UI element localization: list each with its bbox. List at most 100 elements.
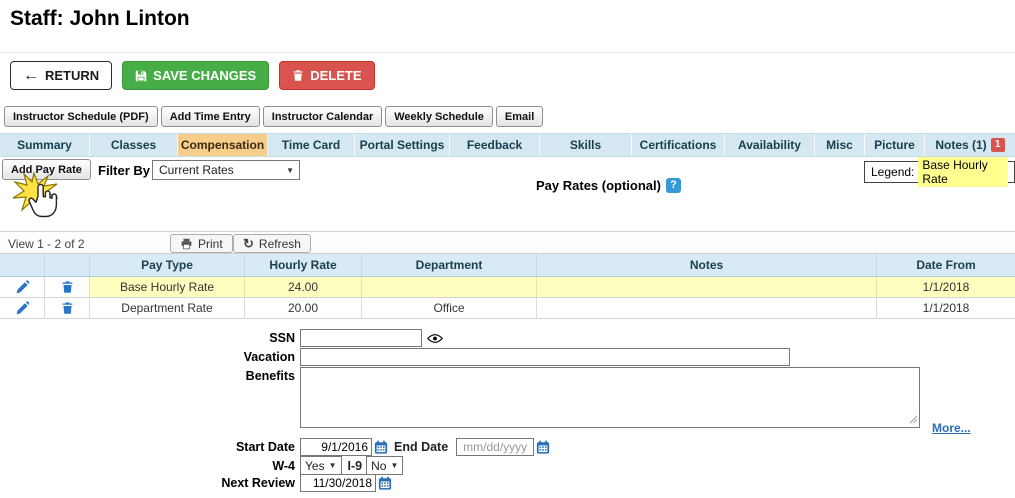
cell-department (362, 277, 537, 297)
filter-rates-select[interactable]: Current Rates ▼ (152, 160, 300, 180)
dropdown-caret-icon: ▼ (390, 461, 399, 470)
tab-notes-label: Notes (1) (935, 138, 987, 152)
column-header-pay-type[interactable]: Pay Type (90, 254, 245, 276)
column-header-hourly-rate[interactable]: Hourly Rate (245, 254, 362, 276)
help-icon[interactable]: ? (665, 178, 681, 193)
i9-selected-value: No (371, 458, 387, 473)
page-title: Staff: John Linton (10, 7, 190, 30)
instructor-calendar-button[interactable]: Instructor Calendar (262, 106, 383, 127)
printer-icon (180, 238, 193, 250)
tab-bar: Summary Classes Compensation Time Card P… (0, 133, 1015, 157)
delete-column-header (45, 254, 90, 276)
save-label: SAVE CHANGES (153, 68, 257, 83)
trash-icon (292, 69, 304, 82)
table-row-base-hourly-rate: Base Hourly Rate 24.00 1/1/2018 (0, 277, 1015, 298)
resize-grip-icon[interactable] (909, 411, 918, 429)
delete-button[interactable]: DELETE (279, 61, 375, 90)
tab-summary[interactable]: Summary (0, 134, 90, 156)
next-review-row: Next Review (0, 474, 392, 492)
legend-base-hourly-rate: Base Hourly Rate (918, 157, 1008, 187)
tab-time-card[interactable]: Time Card (268, 134, 355, 156)
save-changes-button[interactable]: SAVE CHANGES (122, 61, 270, 90)
return-label: RETURN (45, 68, 100, 83)
instructor-schedule-pdf-button[interactable]: Instructor Schedule (PDF) (4, 106, 158, 127)
back-arrow-icon: ← (23, 66, 39, 84)
quick-links-bar: Instructor Schedule (PDF) Add Time Entry… (4, 106, 544, 127)
add-time-entry-button[interactable]: Add Time Entry (160, 106, 260, 127)
more-link[interactable]: More... (932, 421, 971, 435)
table-header-row: Pay Type Hourly Rate Department Notes Da… (0, 254, 1015, 277)
w4-selected-value: Yes (305, 458, 325, 473)
edit-pencil-icon[interactable] (15, 280, 29, 294)
print-button[interactable]: Print (170, 234, 233, 253)
w4-i9-row: W-4 Yes ▼ I-9 No ▼ (0, 456, 404, 475)
column-header-department[interactable]: Department (362, 254, 537, 276)
w4-select[interactable]: Yes ▼ (300, 456, 342, 475)
w4-label: W-4 (272, 458, 295, 473)
title-divider (0, 52, 1015, 53)
cell-notes (537, 277, 877, 297)
print-label: Print (198, 236, 223, 251)
tab-portal-settings[interactable]: Portal Settings (355, 134, 450, 156)
tab-compensation[interactable]: Compensation (178, 134, 268, 156)
cell-hourly-rate: 20.00 (245, 298, 362, 318)
tab-picture[interactable]: Picture (865, 134, 925, 156)
vacation-row: Vacation (0, 348, 790, 366)
return-button[interactable]: ← RETURN (10, 61, 113, 90)
ssn-input[interactable] (300, 329, 422, 347)
delete-row-icon[interactable] (61, 301, 74, 315)
pay-rates-table: Pay Type Hourly Rate Department Notes Da… (0, 254, 1015, 319)
staff-compensation-page: Staff: John Linton ← RETURN SAVE CHANGES… (0, 0, 1015, 498)
grid-toolbar: View 1 - 2 of 2 Print ↻ Refresh (0, 231, 1015, 254)
start-date-label: Start Date (235, 440, 295, 454)
delete-row-icon[interactable] (61, 280, 74, 294)
tab-classes[interactable]: Classes (90, 134, 178, 156)
refresh-button[interactable]: ↻ Refresh (233, 234, 311, 253)
column-header-notes[interactable]: Notes (537, 254, 877, 276)
next-review-label: Next Review (221, 476, 295, 490)
i9-select[interactable]: No ▼ (366, 456, 404, 475)
ssn-row: SSN (0, 329, 443, 347)
start-date-calendar-icon[interactable] (374, 440, 388, 454)
weekly-schedule-button[interactable]: Weekly Schedule (385, 106, 493, 127)
end-date-input[interactable] (456, 438, 535, 456)
tab-notes[interactable]: Notes (1) 1 (925, 134, 1015, 156)
benefits-label: Benefits (245, 369, 295, 383)
dates-row: Start Date End Date (0, 438, 550, 456)
end-date-label: End Date (394, 440, 449, 454)
filter-by-label: Filter By (98, 163, 151, 178)
start-date-input[interactable] (300, 438, 372, 456)
tab-availability[interactable]: Availability (725, 134, 815, 156)
cell-hourly-rate: 24.00 (245, 277, 362, 297)
cell-date-from: 1/1/2018 (922, 301, 970, 315)
tab-skills[interactable]: Skills (540, 134, 632, 156)
end-date-calendar-icon[interactable] (536, 440, 550, 454)
email-button[interactable]: Email (495, 106, 544, 127)
tab-feedback[interactable]: Feedback (450, 134, 540, 156)
filter-selected-value: Current Rates (159, 163, 234, 177)
edit-pencil-icon[interactable] (15, 301, 29, 315)
next-review-input[interactable] (300, 474, 376, 492)
pagination-info: View 1 - 2 of 2 (8, 237, 85, 251)
legend-box: Legend: Base Hourly Rate (864, 157, 1015, 187)
vacation-input[interactable] (300, 348, 790, 366)
i9-label: I-9 (347, 458, 363, 473)
cell-notes (537, 298, 877, 318)
tab-certifications[interactable]: Certifications (632, 134, 725, 156)
notes-count-badge: 1 (990, 138, 1005, 152)
action-toolbar: ← RETURN SAVE CHANGES DELETE (10, 61, 375, 90)
cell-department: Office (362, 298, 537, 318)
dropdown-caret-icon: ▼ (328, 461, 337, 470)
tab-misc[interactable]: Misc (815, 134, 865, 156)
refresh-icon: ↻ (243, 236, 254, 251)
click-cursor-graphic (12, 172, 59, 218)
next-review-calendar-icon[interactable] (378, 476, 392, 490)
show-ssn-eye-icon[interactable] (427, 333, 443, 344)
pay-rates-title: Pay Rates (optional) (536, 178, 661, 193)
benefits-textarea[interactable] (300, 367, 920, 428)
table-row-department-rate: Department Rate 20.00 Office 1/1/2018 (0, 298, 1015, 319)
legend-label: Legend: (871, 165, 915, 179)
column-header-date-from[interactable]: Date From (877, 254, 1015, 276)
edit-column-header (0, 254, 45, 276)
dropdown-caret-icon: ▼ (286, 165, 294, 175)
